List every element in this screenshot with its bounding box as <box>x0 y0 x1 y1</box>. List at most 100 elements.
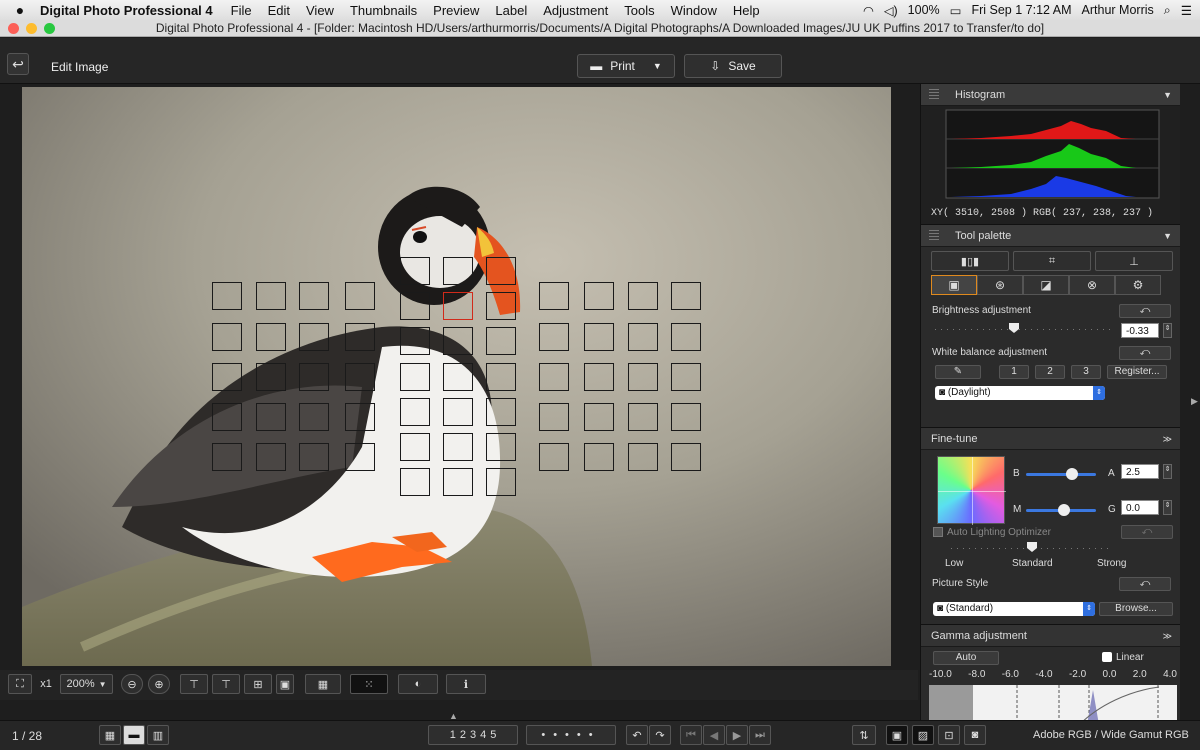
show-grid-button[interactable]: ⊡ <box>938 725 960 745</box>
menu-label[interactable]: Label <box>495 3 527 18</box>
compare-button[interactable]: ⊞ <box>244 674 272 694</box>
rotate-right-button[interactable]: ⊤ <box>212 674 240 694</box>
wb-register-1-button[interactable]: 1 <box>999 365 1029 379</box>
mg-slider-thumb[interactable] <box>1058 504 1070 516</box>
wb-preset-select[interactable]: ◙ (Daylight) ⇕ <box>935 386 1105 400</box>
sort-button[interactable]: ⇅ <box>852 725 876 745</box>
first-image-button[interactable]: ⏮ <box>680 725 702 745</box>
star-rating-buttons[interactable]: 1 2 3 4 5 <box>428 725 518 745</box>
zoom-1x-button[interactable]: x1 <box>34 674 58 694</box>
zoom-in-button[interactable]: ⊕ <box>148 674 170 694</box>
collapse-icon[interactable]: ▼ <box>1163 84 1172 106</box>
menu-preview[interactable]: Preview <box>433 3 479 18</box>
linear-checkbox[interactable] <box>1102 652 1112 662</box>
collapse-icon[interactable]: ≫ <box>1163 428 1172 450</box>
color-wheel-picker[interactable] <box>937 456 1006 525</box>
rating-2[interactable]: 2 <box>460 729 466 741</box>
gamma-curve[interactable] <box>929 685 1177 725</box>
collapse-icon[interactable]: ▼ <box>1163 225 1172 247</box>
rating-1[interactable]: 1 <box>450 729 456 741</box>
menu-file[interactable]: File <box>231 3 252 18</box>
tab-curve[interactable]: ◪ <box>1023 275 1069 295</box>
brightness-reset-button[interactable]: ⤺ <box>1119 304 1171 318</box>
apple-icon[interactable]: ● <box>0 2 40 18</box>
picture-style-reset-button[interactable]: ⤺ <box>1119 577 1171 591</box>
wb-register-2-button[interactable]: 2 <box>1035 365 1065 379</box>
browse-button[interactable]: Browse... <box>1099 602 1173 616</box>
rotate-left-button[interactable]: ⊤ <box>180 674 208 694</box>
gamma-auto-button[interactable]: Auto <box>933 651 999 665</box>
label-dots-buttons[interactable]: ••••• <box>526 725 616 745</box>
last-image-button[interactable]: ⏭ <box>749 725 771 745</box>
menu-thumbnails[interactable]: Thumbnails <box>350 3 417 18</box>
photo-preview[interactable] <box>22 87 891 666</box>
show-image-button[interactable]: ▨ <box>912 725 934 745</box>
picture-style-select[interactable]: ◙ (Standard) ⇕ <box>933 602 1095 616</box>
highlight-warning-button[interactable]: ◐ <box>398 674 438 694</box>
camera-button[interactable]: ◙ <box>964 725 986 745</box>
battery-percent[interactable]: 100% <box>908 3 940 17</box>
crop-tab[interactable]: ⌗ <box>1013 251 1091 271</box>
a-value-input[interactable]: 2.5 <box>1121 464 1159 479</box>
grid-view-button[interactable]: ▦ <box>99 725 121 745</box>
register-button[interactable]: Register... <box>1107 365 1167 379</box>
ba-slider-track[interactable] <box>1026 473 1096 476</box>
menu-help[interactable]: Help <box>733 3 760 18</box>
compare-view-button[interactable]: ▥ <box>147 725 169 745</box>
clock[interactable]: Fri Sep 1 7:12 AM <box>971 3 1071 17</box>
user-name[interactable]: Arthur Morris <box>1082 3 1154 17</box>
brightness-slider-thumb[interactable] <box>1009 323 1019 333</box>
menu-list-icon[interactable]: ☰ <box>1181 3 1192 18</box>
tab-color[interactable]: ⊗ <box>1069 275 1115 295</box>
next-image-button[interactable]: ▶ <box>726 725 748 745</box>
rating-5[interactable]: 5 <box>490 729 496 741</box>
volume-icon[interactable]: ◁) <box>884 3 898 18</box>
menu-window[interactable]: Window <box>671 3 717 18</box>
info-button[interactable]: ℹ <box>446 674 486 694</box>
tab-basic[interactable]: ▣ <box>931 275 977 295</box>
stamp-tab[interactable]: ⊥ <box>1095 251 1173 271</box>
zoom-window-button[interactable] <box>44 23 55 34</box>
close-window-button[interactable] <box>8 23 19 34</box>
chevron-down-icon[interactable]: ▼ <box>653 61 662 71</box>
tab-tone[interactable]: ⊛ <box>977 275 1023 295</box>
panel-expand-icon[interactable]: ▶ <box>1191 396 1198 407</box>
alo-reset-button[interactable]: ⤺ <box>1121 525 1173 539</box>
minimize-window-button[interactable] <box>26 23 37 34</box>
rotate-left-button[interactable]: ↶ <box>626 725 648 745</box>
alo-slider-thumb[interactable] <box>1027 542 1037 552</box>
eyedropper-button[interactable]: ✎ <box>935 365 981 379</box>
gamma-header[interactable]: Gamma adjustment ≫ <box>921 625 1180 647</box>
print-button[interactable]: ▬ Print ▼ <box>577 54 675 78</box>
af-points-button[interactable]: ⁙ <box>350 674 388 694</box>
zoom-select[interactable]: 200% ▼ <box>60 674 113 694</box>
grid-display-button[interactable]: ▦ <box>305 674 341 694</box>
g-stepper[interactable]: ⇕ <box>1163 500 1172 515</box>
brightness-value-input[interactable]: -0.33 <box>1121 323 1159 338</box>
brightness-slider-track[interactable] <box>935 329 1115 330</box>
g-value-input[interactable]: 0.0 <box>1121 500 1159 515</box>
tab-settings[interactable]: ⚙ <box>1115 275 1161 295</box>
show-afpoint-button[interactable]: ▣ <box>886 725 908 745</box>
histogram-header[interactable]: Histogram ▼ <box>921 84 1180 106</box>
ba-slider-thumb[interactable] <box>1066 468 1078 480</box>
search-icon[interactable]: ⌕ <box>1164 3 1171 18</box>
finetune-header[interactable]: Fine-tune ≫ <box>921 428 1180 450</box>
back-button[interactable]: ↩ <box>7 53 29 75</box>
basic-adjust-tab[interactable]: ▮▯▮ <box>931 251 1009 271</box>
overlay-button[interactable]: ▣ <box>276 674 294 694</box>
collapse-icon[interactable]: ≫ <box>1163 625 1172 647</box>
menu-tools[interactable]: Tools <box>624 3 654 18</box>
a-stepper[interactable]: ⇕ <box>1163 464 1172 479</box>
wb-reset-button[interactable]: ⤺ <box>1119 346 1171 360</box>
rating-3[interactable]: 3 <box>470 729 476 741</box>
menu-view[interactable]: View <box>306 3 334 18</box>
menu-edit[interactable]: Edit <box>268 3 290 18</box>
wifi-icon[interactable]: ◠ <box>863 3 874 18</box>
alo-checkbox[interactable] <box>933 527 943 537</box>
collapse-filmstrip-icon[interactable]: ▲ <box>449 711 458 721</box>
zoom-out-button[interactable]: ⊖ <box>121 674 143 694</box>
rating-4[interactable]: 4 <box>480 729 486 741</box>
fit-screen-button[interactable]: ⛶ <box>8 674 32 694</box>
filmstrip-view-button[interactable]: ▬ <box>123 725 145 745</box>
